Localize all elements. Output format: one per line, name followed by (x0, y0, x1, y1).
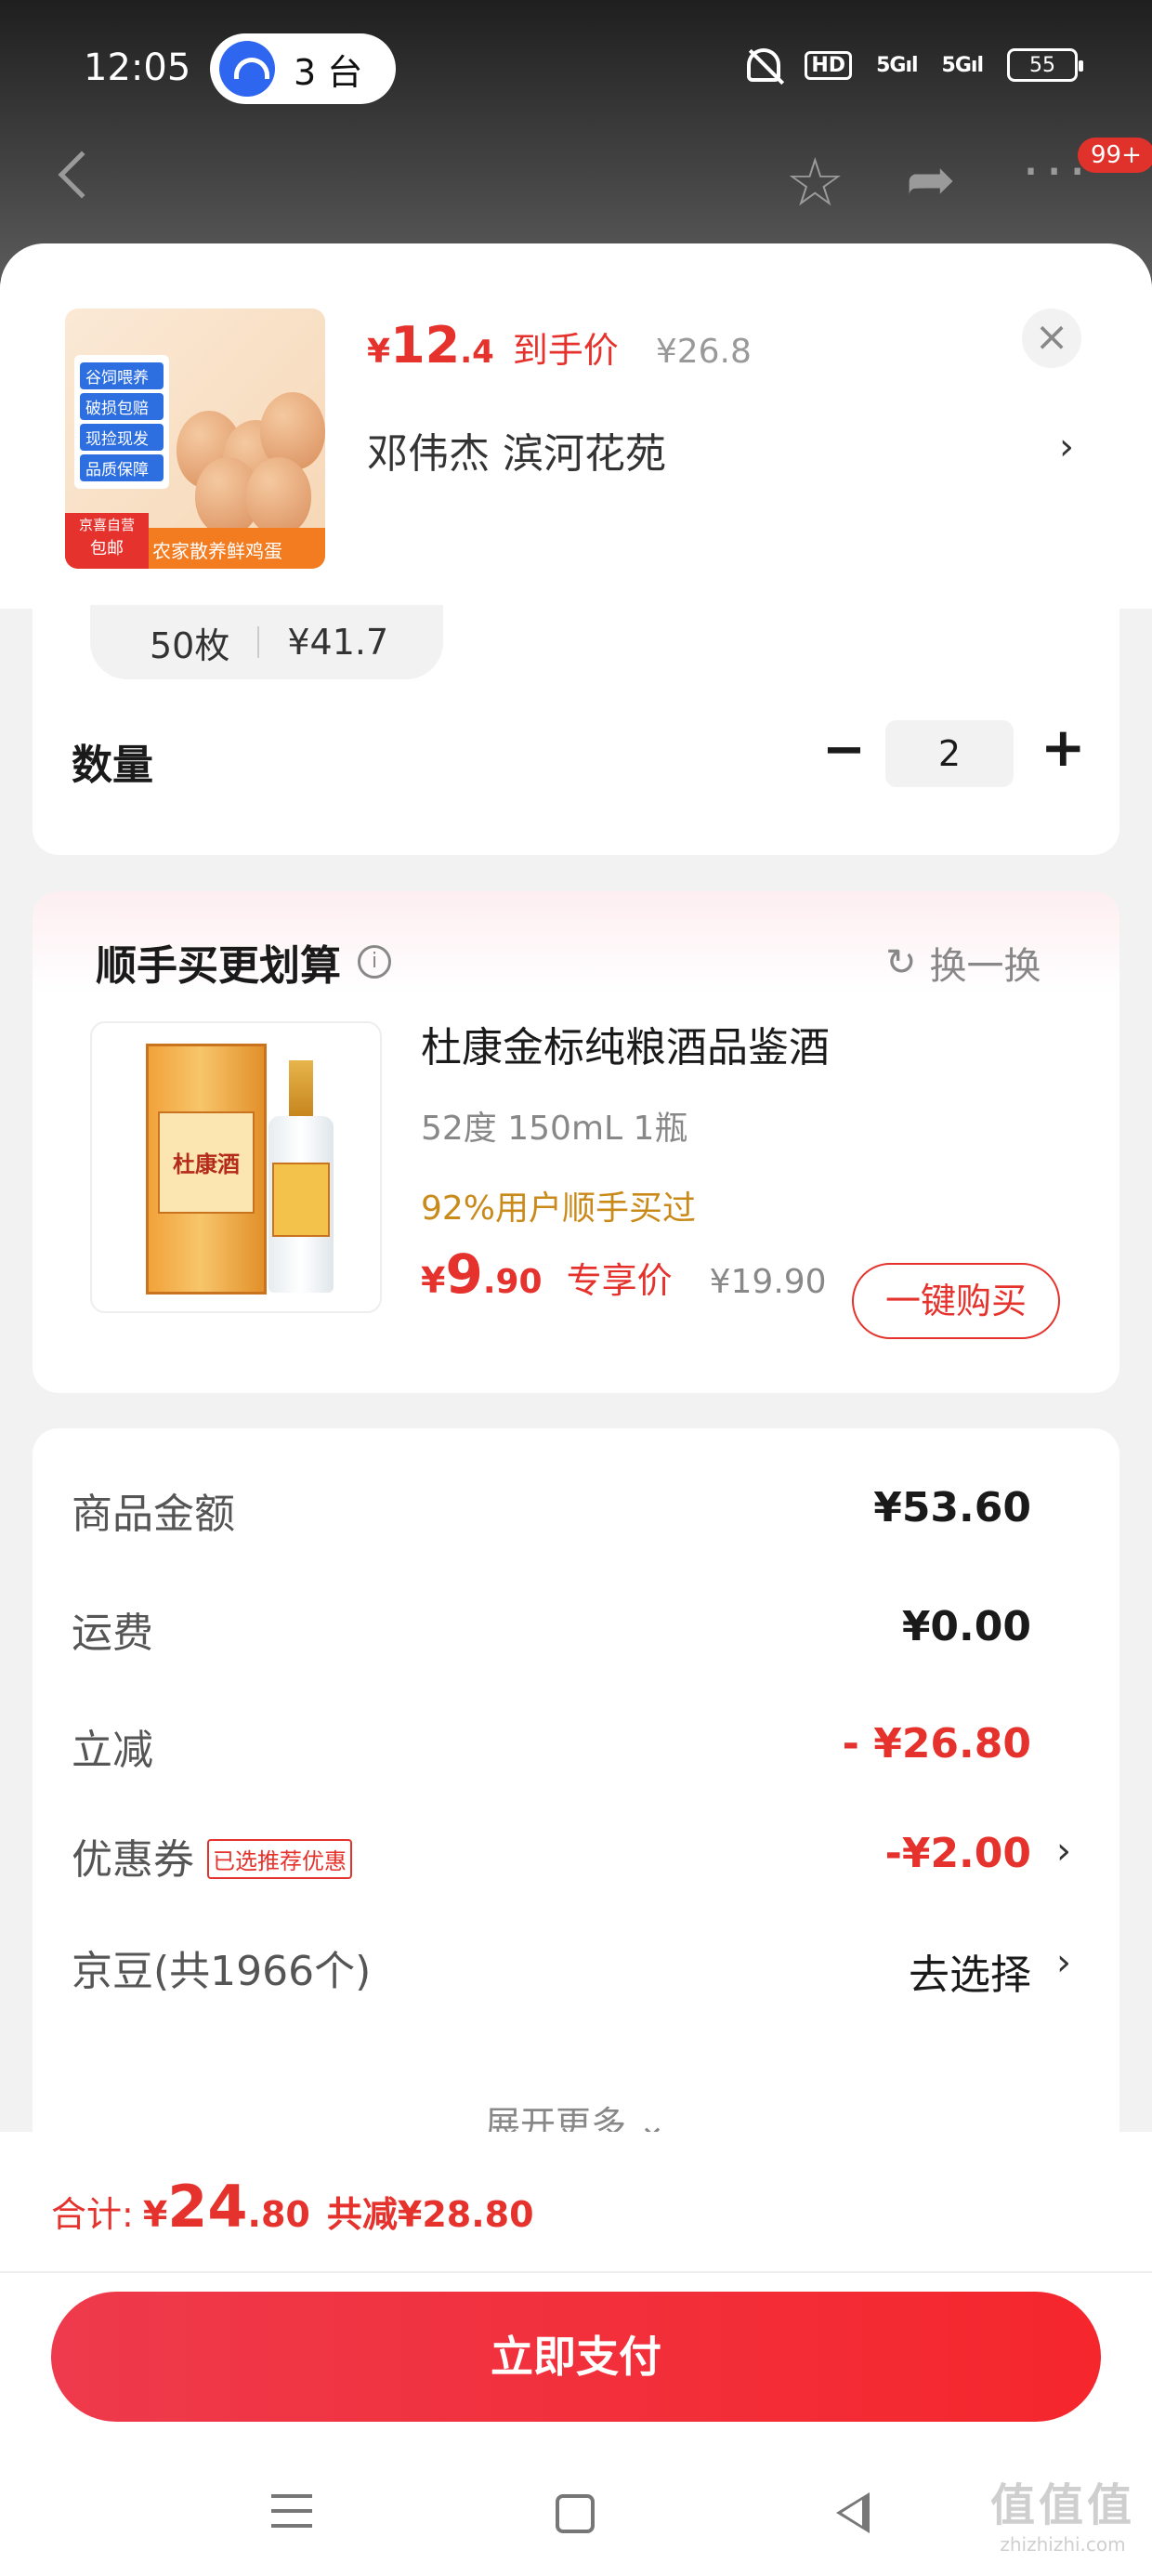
share-icon[interactable]: ➦ (906, 151, 956, 210)
summary-row-jingdou[interactable]: 京豆(共1966个) 去选择 › (33, 1938, 1119, 1999)
summary-row-shipping: 运费 ¥0.00 (72, 1603, 1031, 1657)
quantity-input[interactable]: 2 (885, 720, 1014, 787)
original-price: ¥26.8 (655, 333, 752, 371)
product-image-banner: 农家散养鲜鸡蛋 (152, 540, 282, 562)
notification-badge: 99+ (1078, 138, 1152, 173)
spec-option[interactable]: 50枚 ¥41.7 (90, 605, 443, 679)
coupon-tag: 已选推荐优惠 (207, 1838, 352, 1879)
star-icon[interactable]: ☆ (785, 149, 845, 216)
system-icons: HD 5Gıl 5Gıl 55 (747, 48, 1083, 82)
hotspot-pill[interactable]: 3 台 (210, 33, 396, 104)
product-header: 谷饲喂养 破损包赔 现捡现发 品质保障 京喜自营 包邮 农家散养鲜鸡蛋 ¥ 12… (0, 243, 1152, 609)
one-click-buy-button[interactable]: 一键购买 (852, 1263, 1060, 1339)
mute-bell-icon (747, 48, 781, 82)
addon-product-image[interactable]: 杜康酒 (90, 1021, 382, 1313)
signal-icon: 5Gıl (876, 53, 918, 77)
delivery-address[interactable]: 邓伟杰 滨河花苑 (367, 420, 666, 480)
menu-icon[interactable] (271, 2494, 312, 2539)
chevron-right-icon[interactable]: › (1056, 1830, 1071, 1873)
info-icon[interactable]: i (358, 945, 391, 979)
close-icon[interactable]: × (1022, 309, 1081, 368)
pay-now-button[interactable]: 立即支付 (51, 2292, 1101, 2422)
product-image: 谷饲喂养 破损包赔 现捡现发 品质保障 京喜自营 包邮 农家散养鲜鸡蛋 (65, 309, 325, 569)
final-price-label: 到手价 (512, 330, 619, 371)
battery-icon: 55 (1007, 48, 1083, 82)
divider (0, 2271, 1152, 2273)
quantity-label: 数量 (72, 742, 153, 789)
addon-card: 顺手买更划算 i ↻ 换一换 杜康酒 杜康金标纯粮酒品鉴酒 52度 150mL … (33, 891, 1119, 1393)
summary-row-subtotal: 商品金额 ¥53.60 (72, 1484, 1031, 1538)
wifi-hotspot-icon (219, 41, 275, 97)
quantity-minus-button[interactable]: − (822, 724, 866, 776)
summary-row-coupon[interactable]: 优惠券 已选推荐优惠 -¥2.00 › (33, 1826, 1119, 1884)
checkout-footer: 合计: ¥ 24 .80 共减¥28.80 立即支付 值值值 zhizhizhi… (0, 2132, 1152, 2576)
addon-product-name[interactable]: 杜康金标纯粮酒品鉴酒 (421, 1014, 830, 1073)
back-gesture-icon[interactable] (836, 2492, 870, 2533)
swap-button[interactable]: ↻ 换一换 (885, 936, 1041, 990)
chevron-right-icon[interactable]: › (1059, 426, 1074, 468)
quantity-card: 50枚 ¥41.7 数量 − 2 + (33, 605, 1119, 855)
watermark: 值值值 zhizhizhi.com (989, 2479, 1135, 2556)
addon-title: 顺手买更划算 i (96, 932, 391, 992)
self-run-tag: 京喜自营 包邮 (65, 513, 149, 569)
checkout-sheet: 谷饲喂养 破损包赔 现捡现发 品质保障 京喜自营 包邮 农家散养鲜鸡蛋 ¥ 12… (0, 243, 1152, 2576)
addon-product-spec: 52度 150mL 1瓶 (421, 1110, 688, 1148)
refresh-icon: ↻ (885, 941, 917, 984)
hd-icon: HD (805, 50, 853, 80)
price-summary-card: 商品金额 ¥53.60 运费 ¥0.00 立减 - ¥26.80 优惠券 已选推荐… (33, 1428, 1119, 2153)
quantity-plus-button[interactable]: + (1041, 720, 1086, 774)
summary-row-instant-discount: 立减 - ¥26.80 (72, 1720, 1031, 1774)
order-total: 合计: ¥ 24 .80 共减¥28.80 (51, 2173, 534, 2241)
back-icon[interactable] (58, 151, 106, 199)
final-price: ¥ 12 .4 到手价 ¥26.8 (367, 316, 752, 375)
addon-original-price: ¥19.90 (709, 1263, 827, 1301)
product-image-tags: 谷饲喂养 破损包赔 现捡现发 品质保障 (74, 355, 169, 489)
addon-buy-rate: 92%用户顺手买过 (421, 1189, 697, 1228)
addon-price: ¥ 9 .90 专享价 ¥19.90 (421, 1242, 827, 1306)
status-time: 12:05 (84, 46, 191, 89)
chevron-right-icon[interactable]: › (1056, 1941, 1071, 1984)
status-and-nav-bar: 12:05 3 台 HD 5Gıl 5Gıl 55 ☆ ➦ ··· 99+ (0, 0, 1152, 279)
total-discount: 共减¥28.80 (326, 2194, 534, 2235)
hotspot-count: 3 台 (294, 51, 363, 93)
signal-icon: 5Gıl (941, 53, 984, 77)
home-icon[interactable] (556, 2494, 595, 2533)
